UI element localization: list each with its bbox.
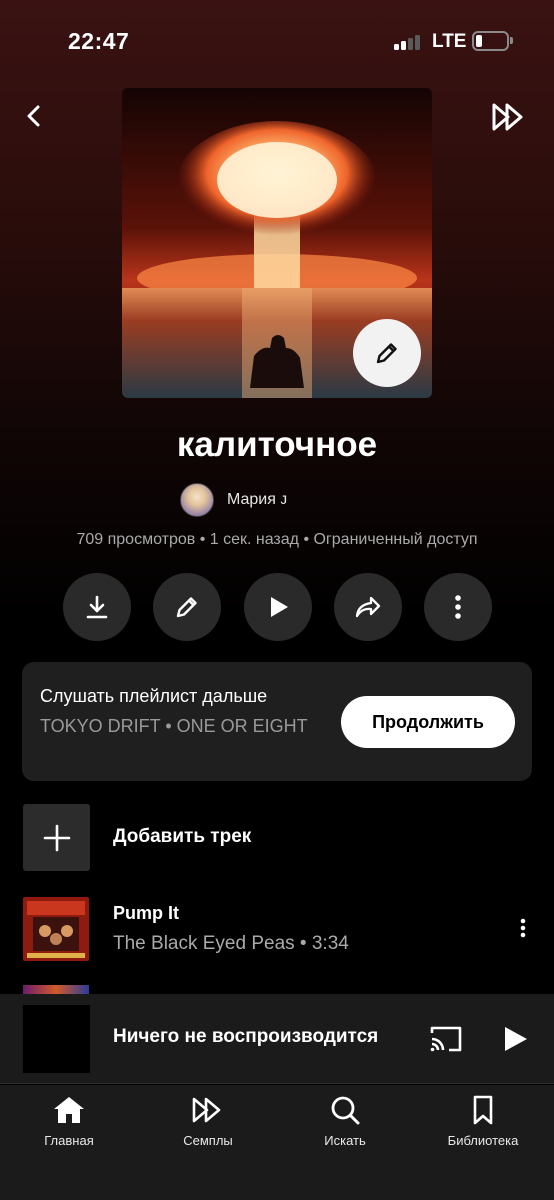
nav-label: Семплы (183, 1133, 233, 1148)
avatar (180, 483, 214, 517)
resume-card: Слушать плейлист дальше TOKYO DRIFT • ON… (22, 662, 532, 781)
pencil-icon (376, 343, 397, 364)
status-time: 22:47 (68, 28, 130, 54)
track-title: Pump It (113, 903, 179, 923)
track-thumbnail (23, 897, 89, 961)
shuffle-play-button[interactable] (490, 100, 530, 134)
playlist-meta: 709 просмотров • 1 сек. назад • Ограниче… (76, 531, 478, 548)
mini-player[interactable]: Ничего не воспроизводится (0, 994, 554, 1084)
more-vertical-icon (520, 918, 526, 938)
play-icon (271, 597, 288, 617)
search-icon (331, 1096, 360, 1125)
more-vertical-icon (455, 595, 461, 619)
bookmark-icon (473, 1095, 493, 1125)
play-icon (505, 1027, 527, 1051)
back-button[interactable] (18, 100, 50, 132)
track-more-button[interactable] (511, 915, 535, 941)
mini-player-text: Ничего не воспроизводится (113, 1026, 379, 1047)
more-button[interactable] (424, 573, 492, 641)
track-subtitle: The Black Eyed Peas • 3:34 (113, 933, 349, 954)
battery-tip (510, 37, 513, 44)
resume-track: TOKYO DRIFT • ONE OR EIGHT (40, 716, 308, 736)
playlist-title: калиточное (176, 425, 378, 464)
nav-label: Библиотека (447, 1133, 519, 1148)
nav-home[interactable]: Главная (14, 1095, 124, 1155)
mini-player-art (23, 1005, 90, 1073)
action-row (63, 573, 493, 641)
home-icon (54, 1097, 84, 1123)
nav-samples[interactable]: Семплы (153, 1095, 263, 1155)
add-track-row[interactable]: Добавить трек (23, 804, 533, 872)
mini-play-button[interactable] (500, 1024, 530, 1054)
track-row[interactable]: Pump It The Black Eyed Peas • 3:34 (23, 895, 533, 963)
signal-bars-icon (394, 34, 424, 50)
add-track-tile (23, 804, 90, 871)
shuffle-play-icon (492, 103, 523, 131)
cast-icon (430, 1026, 462, 1052)
nav-label: Главная (44, 1133, 94, 1148)
samples-icon (192, 1097, 221, 1123)
network-label: LTE (432, 31, 467, 52)
playlist-owner[interactable]: Мария ᴊ (180, 482, 287, 518)
add-track-label: Добавить трек (113, 826, 252, 847)
download-icon (86, 595, 108, 619)
cast-button[interactable] (428, 1024, 464, 1054)
nav-library[interactable]: Библиотека (428, 1095, 538, 1155)
edit-button[interactable] (153, 573, 221, 641)
cover-edit-button[interactable] (353, 319, 421, 387)
battery-icon (472, 31, 509, 51)
nav-search[interactable]: Искать (290, 1095, 400, 1155)
share-button[interactable] (334, 573, 402, 641)
status-bar: 22:47 LTE (0, 0, 554, 80)
bottom-nav: Главная Семплы Искать Библиотека (0, 1085, 554, 1200)
continue-button[interactable]: Продолжить (341, 696, 515, 748)
plus-icon (43, 824, 70, 851)
resume-title: Слушать плейлист дальше (40, 686, 268, 706)
share-icon (355, 596, 381, 618)
owner-name: Мария ᴊ (227, 491, 288, 508)
play-button[interactable] (244, 573, 312, 641)
pencil-icon (176, 597, 197, 618)
nav-label: Искать (324, 1133, 366, 1148)
chevron-left-icon (27, 105, 40, 127)
download-button[interactable] (63, 573, 131, 641)
